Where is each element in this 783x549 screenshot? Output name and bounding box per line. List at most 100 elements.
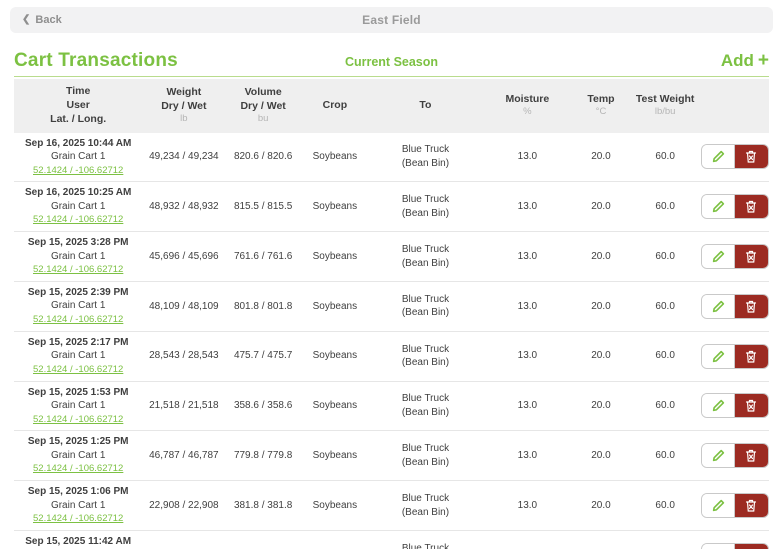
- edit-button[interactable]: [702, 145, 735, 169]
- add-transaction-button[interactable]: Add +: [721, 50, 769, 72]
- transaction-user: Grain Cart 1: [50, 449, 106, 461]
- cell-to: Blue Truck (Bean Bin): [369, 243, 482, 270]
- cell-moisture: 13.0: [517, 400, 538, 412]
- to-destination-detail: (Bean Bin): [401, 157, 450, 169]
- cell-volume: 779.8 / 779.8: [233, 450, 293, 462]
- cell-time: Sep 15, 2025 1:25 PM Grain Cart 1 52.142…: [14, 435, 142, 476]
- cell-weight: 21,518 / 21,518: [149, 400, 219, 412]
- lat-long-link[interactable]: 52.1424 / -106.62712: [33, 513, 123, 524]
- cell-moisture: 13.0: [517, 300, 538, 312]
- row-action-buttons: [701, 244, 769, 270]
- to-destination: Blue Truck: [401, 144, 450, 156]
- cell-time: Sep 15, 2025 1:53 PM Grain Cart 1 52.142…: [14, 386, 142, 427]
- delete-button[interactable]: [734, 344, 768, 368]
- cell-test-weight: 60.0: [655, 450, 675, 462]
- to-destination: Blue Truck: [401, 244, 450, 256]
- delete-button[interactable]: [734, 543, 768, 549]
- edit-button[interactable]: [702, 195, 735, 219]
- pencil-icon: [712, 400, 724, 412]
- pencil-icon: [712, 499, 724, 512]
- cell-test-weight: 60.0: [655, 350, 675, 362]
- cell-time: Sep 15, 2025 1:06 PM Grain Cart 1 52.142…: [14, 485, 142, 526]
- lat-long-link[interactable]: 52.1424 / -106.62712: [33, 414, 123, 425]
- cell-test-weight: 60.0: [655, 200, 675, 212]
- row-action-buttons: [701, 542, 769, 549]
- transaction-date: Sep 15, 2025 3:28 PM: [27, 237, 129, 249]
- lat-long-link[interactable]: 52.1424 / -106.62712: [33, 165, 123, 176]
- lat-long-link[interactable]: 52.1424 / -106.62712: [33, 264, 123, 275]
- edit-button[interactable]: [702, 543, 735, 549]
- pencil-icon: [712, 250, 724, 263]
- transaction-date: Sep 15, 2025 1:06 PM: [27, 486, 129, 498]
- transaction-user: Grain Cart 1: [50, 200, 106, 212]
- delete-button[interactable]: [734, 195, 768, 219]
- delete-button[interactable]: [734, 394, 768, 418]
- edit-button[interactable]: [702, 294, 735, 318]
- to-destination-detail: (Bean Bin): [401, 257, 450, 269]
- cell-actions: [701, 194, 769, 220]
- transaction-date: Sep 16, 2025 10:44 AM: [24, 137, 132, 149]
- pencil-icon: [712, 201, 724, 213]
- cell-to: Blue Truck (Bean Bin): [369, 542, 482, 549]
- table-row: Sep 15, 2025 3:28 PM Grain Cart 1 52.142…: [14, 232, 769, 282]
- cell-crop: Soybeans: [312, 300, 358, 312]
- to-destination: Blue Truck: [401, 443, 450, 455]
- cell-temp: 20.0: [591, 499, 611, 511]
- table-row: Sep 16, 2025 10:25 AM Grain Cart 1 52.14…: [14, 182, 769, 233]
- cell-time: Sep 16, 2025 10:44 AM Grain Cart 1 52.14…: [14, 137, 142, 178]
- trash-x-icon: [746, 300, 757, 313]
- edit-button[interactable]: [702, 245, 735, 269]
- lat-long-link[interactable]: 52.1424 / -106.62712: [33, 314, 123, 325]
- top-navigation-bar: ❮ Back East Field: [10, 7, 773, 33]
- to-destination-detail: (Bean Bin): [401, 506, 450, 518]
- to-destination: Blue Truck: [401, 542, 450, 549]
- cell-actions: [701, 443, 769, 469]
- cell-crop: Soybeans: [312, 450, 358, 462]
- cell-to: Blue Truck (Bean Bin): [369, 442, 482, 469]
- transaction-date: Sep 15, 2025 11:42 AM: [25, 536, 132, 548]
- cell-volume: 801.8 / 801.8: [233, 300, 293, 312]
- cell-test-weight: 60.0: [655, 250, 675, 262]
- cell-test-weight: 60.0: [655, 400, 675, 412]
- cell-crop: Soybeans: [312, 151, 358, 163]
- edit-button[interactable]: [702, 444, 735, 468]
- row-action-buttons: [701, 343, 769, 369]
- lat-long-link[interactable]: 52.1424 / -106.62712: [33, 364, 123, 375]
- cell-volume: 475.7 / 475.7: [233, 350, 293, 362]
- trash-x-icon: [746, 201, 757, 213]
- cell-time: Sep 15, 2025 11:42 AM Grain Cart 1 52.14…: [14, 535, 142, 549]
- cell-test-weight: 60.0: [655, 499, 675, 511]
- row-action-buttons: [701, 144, 769, 170]
- cell-crop: Soybeans: [312, 499, 358, 511]
- edit-button[interactable]: [702, 344, 735, 368]
- to-destination-detail: (Bean Bin): [401, 307, 450, 319]
- row-action-buttons: [701, 443, 769, 469]
- to-destination: Blue Truck: [401, 194, 450, 206]
- delete-button[interactable]: [734, 444, 768, 468]
- delete-button[interactable]: [734, 494, 768, 518]
- delete-button[interactable]: [734, 145, 768, 169]
- delete-button[interactable]: [734, 294, 768, 318]
- cell-temp: 20.0: [591, 400, 611, 412]
- cell-to: Blue Truck (Bean Bin): [369, 193, 482, 220]
- cell-weight: 45,696 / 45,696: [149, 250, 219, 262]
- transaction-date: Sep 15, 2025 2:39 PM: [27, 286, 129, 298]
- lat-long-link[interactable]: 52.1424 / -106.62712: [33, 214, 123, 225]
- section-toolbar: Cart Transactions Current Season Add +: [14, 49, 769, 77]
- edit-button[interactable]: [702, 494, 735, 518]
- lat-long-link[interactable]: 52.1424 / -106.62712: [33, 463, 123, 474]
- cell-crop: Soybeans: [312, 200, 358, 212]
- trash-x-icon: [746, 450, 757, 462]
- cell-moisture: 13.0: [517, 151, 538, 163]
- cell-moisture: 13.0: [517, 350, 538, 362]
- cell-volume: 358.6 / 358.6: [233, 400, 293, 412]
- cell-crop: Soybeans: [312, 350, 358, 362]
- to-destination-detail: (Bean Bin): [401, 406, 450, 418]
- trash-x-icon: [746, 250, 757, 263]
- cell-temp: 20.0: [591, 350, 611, 362]
- edit-button[interactable]: [702, 394, 735, 418]
- pencil-icon: [712, 300, 724, 313]
- col-header-time: Time User Lat. / Long.: [50, 85, 107, 126]
- delete-button[interactable]: [734, 245, 768, 269]
- transaction-date: Sep 15, 2025 2:17 PM: [27, 336, 129, 348]
